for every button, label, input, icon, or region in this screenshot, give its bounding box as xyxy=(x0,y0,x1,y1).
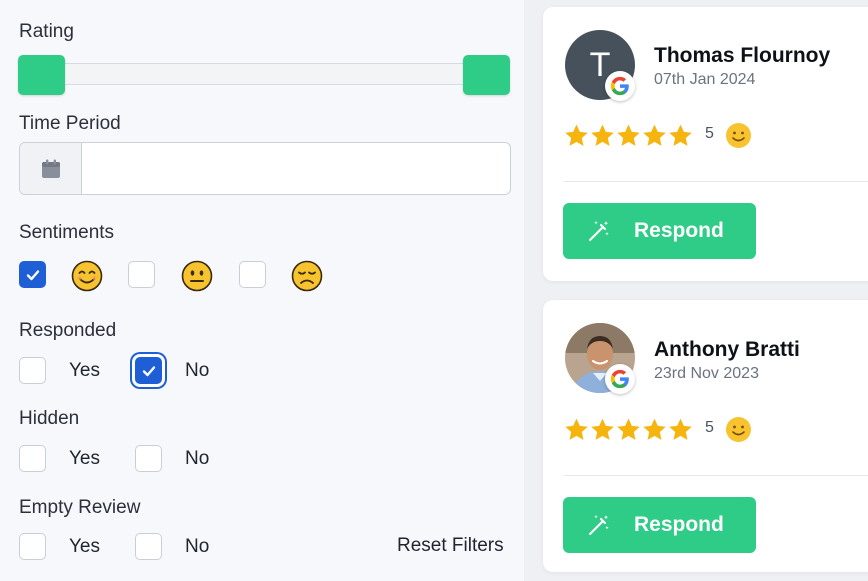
neutral-emoji-icon xyxy=(181,260,213,292)
respond-button[interactable]: Respond xyxy=(563,203,756,259)
review-card: T Thomas Flournoy 07th Jan 2024 5 Respon… xyxy=(543,7,868,281)
star-rating xyxy=(564,123,693,148)
time-period-field[interactable] xyxy=(82,143,510,194)
card-divider xyxy=(564,181,868,182)
calendar-icon[interactable] xyxy=(20,143,82,194)
responded-yes-checkbox[interactable] xyxy=(19,357,46,384)
time-period-label: Time Period xyxy=(19,113,121,134)
google-icon xyxy=(605,364,635,394)
filter-panel: Rating Time Period Sentiments Responded … xyxy=(0,0,524,581)
review-date: 23rd Nov 2023 xyxy=(654,365,759,382)
reviewer-name: Anthony Bratti xyxy=(654,338,800,361)
sentiments-label: Sentiments xyxy=(19,222,115,243)
smiling-emoji-icon xyxy=(71,260,103,292)
star-icon xyxy=(617,124,640,146)
star-icon xyxy=(643,124,666,146)
respond-label: Respond xyxy=(634,219,724,242)
hidden-no-checkbox[interactable] xyxy=(135,445,162,472)
empty-review-yes-checkbox[interactable] xyxy=(19,533,46,560)
card-divider xyxy=(564,475,868,476)
star-icon xyxy=(617,418,640,440)
hidden-label: Hidden xyxy=(19,408,80,429)
responded-no-checkbox[interactable] xyxy=(135,357,162,384)
magic-wand-icon xyxy=(588,515,609,536)
star-icon xyxy=(591,418,614,440)
star-icon xyxy=(591,124,614,146)
smiley-icon xyxy=(726,417,751,442)
time-period-input-group xyxy=(19,142,511,195)
sentiment-positive-checkbox[interactable] xyxy=(19,261,46,288)
hidden-no-label: No xyxy=(185,448,210,469)
hidden-yes-checkbox[interactable] xyxy=(19,445,46,472)
empty-review-yes-label: Yes xyxy=(69,536,100,557)
sentiment-neutral-checkbox[interactable] xyxy=(128,261,155,288)
respond-button[interactable]: Respond xyxy=(563,497,756,553)
google-icon xyxy=(605,71,635,101)
rating-number: 5 xyxy=(705,419,714,436)
rating-number: 5 xyxy=(705,125,714,142)
rating-label: Rating xyxy=(19,21,74,42)
respond-label: Respond xyxy=(634,513,724,536)
rating-slider-max-handle[interactable] xyxy=(463,55,510,95)
star-icon xyxy=(565,418,588,440)
review-date: 07th Jan 2024 xyxy=(654,71,756,88)
reset-filters-link[interactable]: Reset Filters xyxy=(397,535,504,557)
reviewer-name: Thomas Flournoy xyxy=(654,44,831,67)
star-icon xyxy=(669,124,692,146)
empty-review-no-checkbox[interactable] xyxy=(135,533,162,560)
responded-no-label: No xyxy=(185,360,210,381)
star-icon xyxy=(669,418,692,440)
magic-wand-icon xyxy=(588,221,609,242)
responded-label: Responded xyxy=(19,320,117,341)
review-card: Anthony Bratti 23rd Nov 2023 5 Respond xyxy=(543,300,868,572)
empty-review-no-label: No xyxy=(185,536,210,557)
empty-review-label: Empty Review xyxy=(19,497,141,518)
star-icon xyxy=(643,418,666,440)
rating-slider-min-handle[interactable] xyxy=(18,55,65,95)
star-rating xyxy=(564,417,693,442)
star-icon xyxy=(565,124,588,146)
sentiment-negative-checkbox[interactable] xyxy=(239,261,266,288)
sad-emoji-icon xyxy=(291,260,323,292)
smiley-icon xyxy=(726,123,751,148)
rating-slider-track[interactable] xyxy=(38,63,478,85)
hidden-yes-label: Yes xyxy=(69,448,100,469)
responded-yes-label: Yes xyxy=(69,360,100,381)
